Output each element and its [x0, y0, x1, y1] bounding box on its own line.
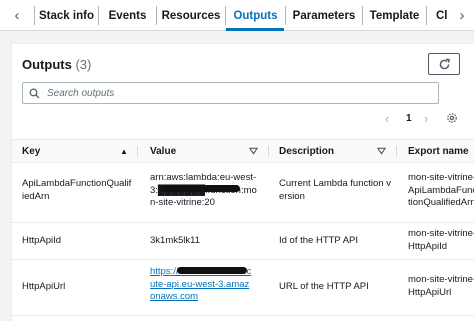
panel-title: Outputs (3) [22, 57, 91, 72]
tab-scroll-right-icon[interactable]: › [450, 0, 474, 31]
previous-page-icon[interactable]: ‹ [385, 108, 389, 128]
tab-divider [426, 6, 427, 25]
search-input[interactable] [47, 85, 432, 101]
outputs-panel: Outputs (3) ‹ 1 › Key ▲ Value Descriptio [11, 43, 474, 321]
sort-ascending-icon[interactable]: ▲ [120, 140, 128, 162]
output-key: HttpApiId [22, 235, 62, 246]
output-export-name: mon-site-vitrine-HttpApiUrl [408, 274, 474, 298]
table-row: HttpApiUrl https://3k1mk5lk11.execute-ap… [12, 260, 474, 316]
output-count: (3) [75, 57, 92, 72]
sort-unsorted-icon[interactable] [249, 140, 258, 162]
output-value: 3k1mk5lk11 [150, 235, 200, 246]
tab-bar: ‹ Stack info Events Resources Outputs Pa… [0, 0, 474, 31]
search-icon [29, 88, 40, 99]
refresh-button[interactable] [428, 53, 460, 75]
column-header-key[interactable]: Key [22, 140, 40, 162]
output-key: HttpApiUrl [22, 281, 66, 292]
search-field[interactable] [22, 82, 439, 104]
tab-events[interactable]: Events [99, 0, 156, 31]
panel-title-text: Outputs [22, 57, 72, 72]
column-divider[interactable] [268, 146, 269, 157]
output-description: URL of the HTTP API [279, 281, 369, 292]
redaction-mark [160, 185, 240, 192]
column-divider[interactable] [137, 146, 138, 157]
tab-stack-info[interactable]: Stack info [35, 0, 98, 31]
sort-unsorted-icon[interactable] [377, 140, 386, 162]
tab-parameters[interactable]: Parameters [286, 0, 362, 31]
current-page-number[interactable]: 1 [406, 108, 412, 128]
tab-template[interactable]: Template [363, 0, 426, 31]
output-description: Current Lambda function version [279, 178, 391, 202]
tab-outputs[interactable]: Outputs [226, 0, 285, 31]
output-export-name: mon-site-vitrine-ApiLambdaFunctionQualif… [408, 172, 474, 208]
column-divider[interactable] [396, 146, 397, 157]
tab-resources[interactable]: Resources [157, 0, 225, 31]
table-row: HttpApiId 3k1mk5lk11 Id of the HTTP API … [12, 223, 474, 260]
column-header-description[interactable]: Description [279, 140, 334, 162]
next-page-icon[interactable]: › [424, 108, 428, 128]
redaction-mark [177, 267, 247, 274]
output-description: Id of the HTTP API [279, 235, 359, 246]
output-export-name: mon-site-vitrine-HttpApiId [408, 228, 474, 252]
column-header-export-name[interactable]: Export name [408, 140, 469, 162]
column-header-value[interactable]: Value [150, 140, 176, 162]
tab-scroll-left-icon[interactable]: ‹ [2, 0, 32, 31]
table-row: ApiLambdaFunctionQualifiedArn arn:aws:la… [12, 163, 474, 223]
refresh-icon [439, 57, 450, 69]
preferences-gear-icon[interactable] [446, 108, 458, 128]
active-tab-indicator [226, 28, 284, 31]
output-key: ApiLambdaFunctionQualifiedArn [22, 178, 132, 202]
table-header: Key ▲ Value Description Export name [12, 139, 474, 163]
